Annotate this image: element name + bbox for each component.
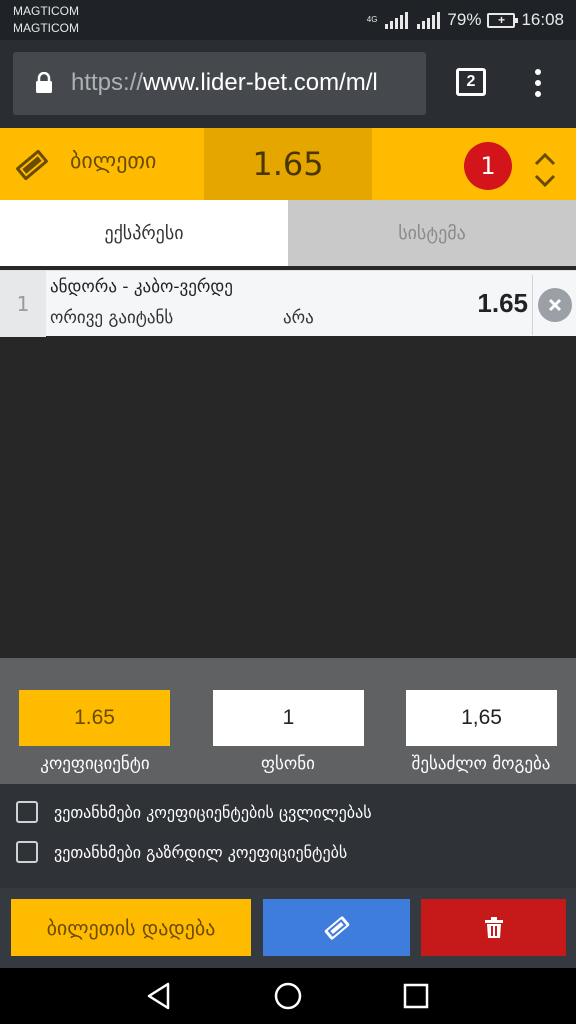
lock-icon: [36, 72, 52, 93]
system-nav-bar: [0, 968, 576, 1024]
accept-odds-change-option[interactable]: ვეთანხმები კოეფიციენტების ცვლილებას: [16, 800, 372, 824]
accept-increased-odds-option[interactable]: ვეთანხმები გაზრდილ კოეფიციენტებს: [16, 840, 347, 864]
ticket-icon: [16, 150, 48, 180]
tab-express[interactable]: ექსპრესი: [0, 200, 288, 266]
accept-increased-odds-label: ვეთანხმები გაზრდილ კოეფიციენტებს: [54, 842, 348, 862]
home-icon[interactable]: [272, 980, 304, 1012]
save-ticket-button[interactable]: [263, 899, 410, 956]
carrier-name-2: MAGTICOM: [13, 21, 79, 35]
bet-market-name: ორივე გაიტანს: [50, 308, 174, 328]
ticket-title: ბილეთი: [70, 149, 157, 174]
status-bar: MAGTICOM MAGTICOM 4G 79% + 16:08: [0, 0, 576, 40]
bet-index: 1: [0, 271, 46, 337]
bet-row: 1 ანდორა - კაბო-ვერდე ორივე გაიტანს არა …: [0, 270, 576, 337]
recent-apps-icon[interactable]: [400, 980, 432, 1012]
place-bet-button[interactable]: ბილეთის დადება: [11, 899, 251, 956]
expand-collapse-icon[interactable]: [532, 150, 558, 190]
battery-percent: 79%: [447, 10, 482, 29]
stake-label: ფსონი: [261, 754, 315, 774]
overflow-menu-icon[interactable]: [530, 69, 546, 99]
close-icon: [548, 298, 562, 312]
action-bar: ბილეთის დადება: [0, 888, 576, 968]
bet-count-badge: 1: [464, 142, 512, 190]
clock: 16:08: [521, 10, 564, 29]
signal-icon-2: [417, 12, 441, 29]
possible-win-field: 1,65: [406, 690, 557, 746]
tab-switcher-button[interactable]: 2: [456, 68, 486, 96]
url-text: https://www.lider-bet.com/m/l: [71, 69, 378, 97]
back-icon[interactable]: [144, 980, 176, 1012]
bet-options: ვეთანხმები კოეფიციენტების ცვლილებას ვეთა…: [0, 784, 576, 888]
url-scheme: https://: [71, 69, 144, 96]
browser-toolbar: https://www.lider-bet.com/m/l 2: [0, 40, 576, 128]
accept-odds-change-label: ვეთანხმები კოეფიციენტების ცვლილებას: [54, 802, 372, 822]
address-bar[interactable]: https://www.lider-bet.com/m/l: [13, 52, 426, 115]
battery-icon: +: [487, 12, 519, 28]
carrier-name-1: MAGTICOM: [13, 4, 79, 18]
ticket-total-odds: 1.65: [204, 128, 372, 200]
clear-ticket-button[interactable]: [421, 899, 566, 956]
network-type: 4G: [366, 15, 378, 24]
url-host: www.lider-bet.com/m/l: [143, 69, 378, 96]
tab-system[interactable]: სისტემა: [288, 200, 576, 266]
trash-icon: [484, 916, 503, 938]
accept-odds-change-checkbox[interactable]: [16, 801, 38, 823]
ticket-icon: [324, 916, 349, 939]
accept-increased-odds-checkbox[interactable]: [16, 841, 38, 863]
remove-bet-button[interactable]: [538, 288, 572, 322]
signal-icon: [385, 12, 409, 29]
stake-amount-input[interactable]: 1: [213, 690, 364, 746]
bet-outcome: არა: [283, 308, 314, 328]
stake-panel: 1.65 1 1,65 კოეფიციენტი ფსონი შესაძლო მო…: [0, 658, 576, 784]
bet-event-name: ანდორა - კაბო-ვერდე: [50, 277, 233, 297]
bet-odds: 1.65: [477, 288, 528, 318]
possible-win-label: შესაძლო მოგება: [411, 754, 551, 774]
odds-label: კოეფიციენტი: [40, 754, 150, 774]
divider: [532, 275, 533, 335]
odds-field: 1.65: [19, 690, 170, 746]
